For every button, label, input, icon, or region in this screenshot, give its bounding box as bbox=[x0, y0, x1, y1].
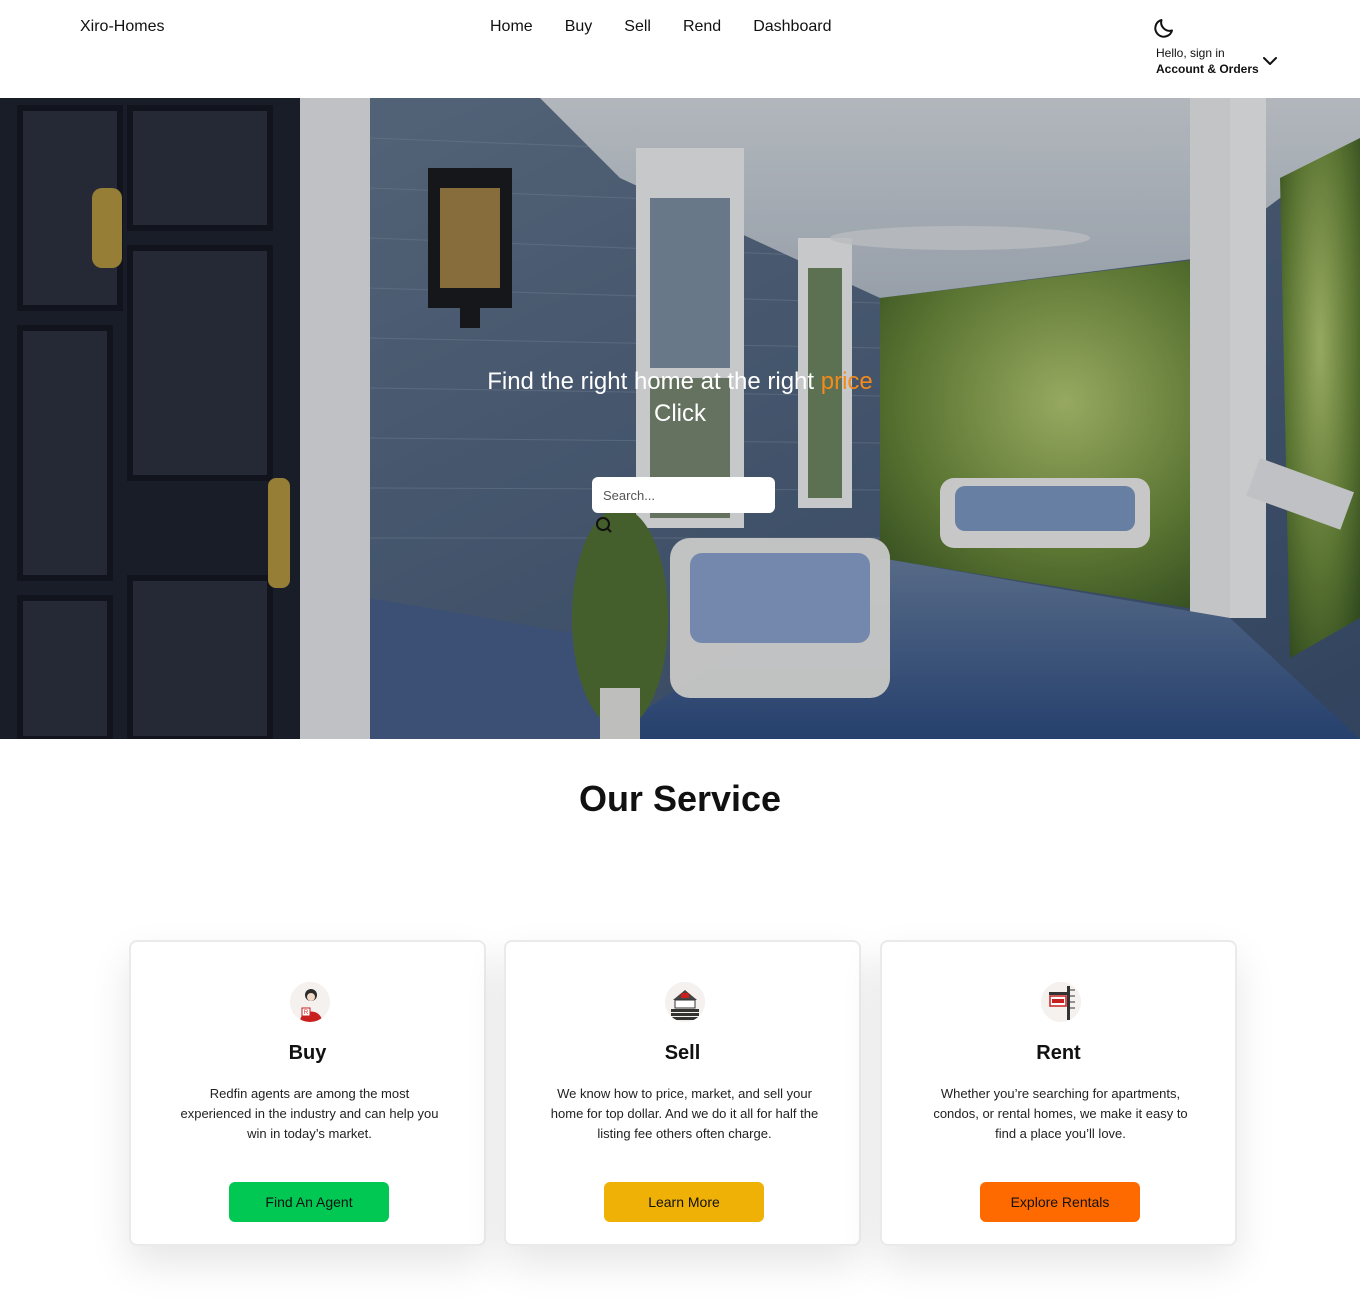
card-title: Buy bbox=[288, 1042, 327, 1064]
card-description: Whether you’re searching for apartments,… bbox=[933, 1086, 1188, 1141]
nav-buy[interactable]: Buy bbox=[565, 18, 593, 36]
house-sale-icon bbox=[665, 982, 705, 1022]
card-title: Sell bbox=[664, 1042, 701, 1064]
account-menu[interactable]: Hello, sign in Account & Orders bbox=[1156, 46, 1259, 78]
brand-logo[interactable]: Xiro-Homes bbox=[80, 18, 164, 36]
hero-headline-accent: price bbox=[820, 368, 873, 395]
find-agent-button[interactable]: Find An Agent bbox=[229, 1182, 389, 1222]
card-title: Rent bbox=[1036, 1042, 1081, 1064]
agent-icon: R bbox=[290, 982, 330, 1022]
top-navbar: Xiro-Homes Home Buy Sell Rend Dashboard … bbox=[0, 0, 1360, 98]
search-icon[interactable] bbox=[595, 516, 613, 534]
nav-rend[interactable]: Rend bbox=[683, 18, 721, 36]
explore-rentals-button[interactable]: Explore Rentals bbox=[980, 1182, 1140, 1222]
rent-sign-icon bbox=[1041, 982, 1081, 1022]
moon-icon[interactable] bbox=[1152, 16, 1176, 40]
service-card-sell: Sell We know how to price, market, and s… bbox=[504, 940, 861, 1246]
chevron-down-icon[interactable] bbox=[1262, 54, 1278, 68]
search-input[interactable] bbox=[592, 477, 775, 513]
service-card-buy: R Buy Redfin agents are among the most e… bbox=[129, 940, 486, 1246]
section-title: Our Service bbox=[578, 778, 782, 819]
hero-click-link[interactable]: Click bbox=[654, 400, 706, 427]
nav-home[interactable]: Home bbox=[490, 18, 533, 36]
learn-more-button[interactable]: Learn More bbox=[604, 1182, 764, 1222]
hero-headline: Find the right home at the right price C… bbox=[0, 366, 1360, 430]
card-description: Redfin agents are among the most experie… bbox=[180, 1086, 439, 1141]
hero-banner: Find the right home at the right price C… bbox=[0, 98, 1360, 739]
nav-dashboard[interactable]: Dashboard bbox=[753, 18, 831, 36]
account-orders-label: Account & Orders bbox=[1156, 62, 1259, 76]
account-greeting: Hello, sign in bbox=[1156, 46, 1225, 60]
hero-headline-main: Find the right home at the right bbox=[487, 368, 821, 395]
svg-text:R: R bbox=[304, 1010, 309, 1016]
card-description: We know how to price, market, and sell y… bbox=[550, 1086, 819, 1141]
main-nav: Home Buy Sell Rend Dashboard bbox=[490, 18, 863, 36]
nav-sell[interactable]: Sell bbox=[624, 18, 651, 36]
service-card-rent: Rent Whether you’re searching for apartm… bbox=[880, 940, 1237, 1246]
